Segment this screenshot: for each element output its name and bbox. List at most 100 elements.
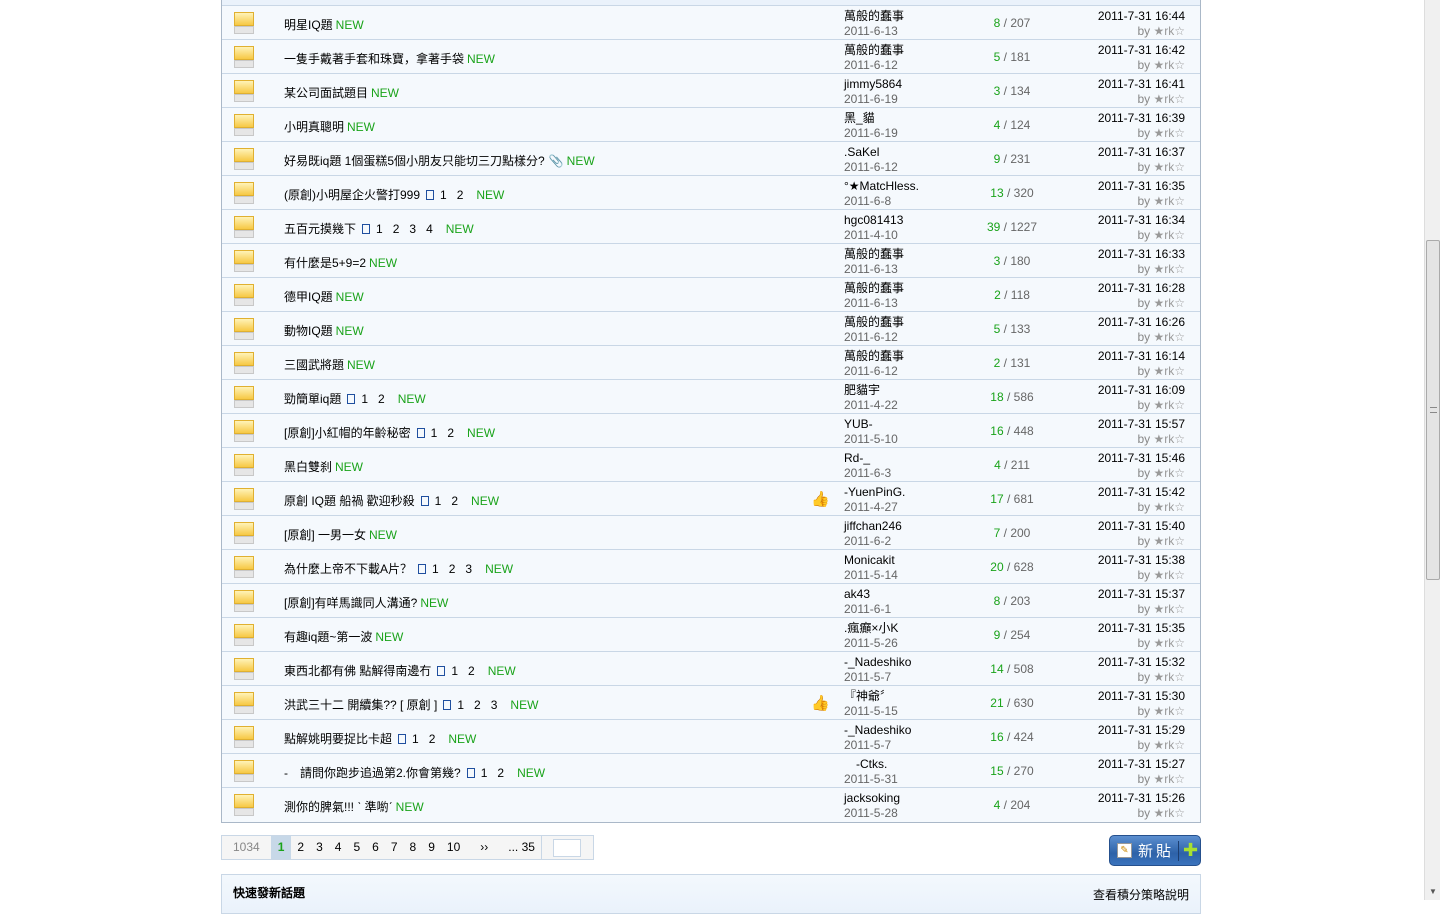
author-name[interactable]: .SaKel [844, 145, 898, 160]
last-post-time[interactable]: 2011-7-31 16:39 [1098, 111, 1185, 126]
last-post-time[interactable]: 2011-7-31 16:26 [1098, 315, 1185, 330]
last-post-time[interactable]: 2011-7-31 15:42 [1098, 485, 1185, 500]
page-link[interactable]: 2 [474, 698, 481, 712]
author-name[interactable]: 萬般的蠢事 [844, 349, 904, 364]
page-link[interactable]: 1 [431, 426, 438, 440]
page-link[interactable]: 1 [451, 664, 458, 678]
thread-title[interactable]: - 請問你跑步追過第2.你會第幾? [284, 766, 461, 780]
page-next[interactable]: ›› [466, 836, 502, 859]
page-link[interactable]: 1 [432, 562, 439, 576]
last-post-time[interactable]: 2011-7-31 15:38 [1098, 553, 1185, 568]
thread-title[interactable]: 東西北都有佛 點解得南邊冇 [284, 664, 431, 678]
thread-title[interactable]: 原創 IQ題 船禍 歡迎秒殺 [284, 494, 415, 508]
last-post-time[interactable]: 2011-7-31 16:34 [1098, 213, 1185, 228]
page-link[interactable]: 2 [451, 494, 458, 508]
last-post-time[interactable]: 2011-7-31 16:41 [1098, 77, 1185, 92]
author-name[interactable]: 萬般的蠢事 [844, 315, 904, 330]
page-link[interactable]: 2 [393, 222, 400, 236]
author-name[interactable]: ak43 [844, 587, 891, 602]
author-name[interactable]: °★MatcHless. [844, 179, 919, 194]
author-name[interactable]: YUB- [844, 417, 898, 432]
last-post-time[interactable]: 2011-7-31 16:42 [1098, 43, 1185, 58]
last-post-time[interactable]: 2011-7-31 16:09 [1098, 383, 1185, 398]
author-name[interactable]: 肥貓宇 [844, 383, 898, 398]
plus-icon[interactable]: ✚ [1183, 840, 1198, 861]
thread-title[interactable]: (原創)小明屋企火警打999 [284, 188, 420, 202]
page-link[interactable]: 2 [468, 664, 475, 678]
page-link[interactable]: 4 [426, 222, 433, 236]
page-link[interactable]: 3 [465, 562, 472, 576]
page-link[interactable]: 5 [347, 836, 366, 859]
page-link[interactable]: 7 [385, 836, 404, 859]
author-name[interactable]: -YuenPinG. [844, 485, 905, 500]
page-link[interactable]: 2 [447, 426, 454, 440]
author-name[interactable]: Rd-_ [844, 451, 891, 466]
author-name[interactable]: -_Nadeshiko [844, 723, 911, 738]
thread-title[interactable]: 五百元摸幾下 [284, 222, 356, 236]
last-post-time[interactable]: 2011-7-31 15:46 [1098, 451, 1185, 466]
page-link[interactable]: 2 [378, 392, 385, 406]
page-link[interactable]: 2 [449, 562, 456, 576]
thread-title[interactable]: [原創]小紅帽的年齡秘密 [284, 426, 411, 440]
author-name[interactable]: jiffchan246 [844, 519, 902, 534]
last-post-time[interactable]: 2011-7-31 15:30 [1098, 689, 1185, 704]
last-post-time[interactable]: 2011-7-31 15:35 [1098, 621, 1185, 636]
page-link[interactable]: 2 [457, 188, 464, 202]
thread-title[interactable]: 好易既iq題 1個蛋糕5個小朋友只能切三刀點樣分? [284, 154, 545, 168]
author-name[interactable]: 黑_貓 [844, 111, 898, 126]
last-post-time[interactable]: 2011-7-31 16:33 [1098, 247, 1185, 262]
author-name[interactable]: -_Nadeshiko [844, 655, 911, 670]
page-link[interactable]: 1 [457, 698, 464, 712]
last-post-time[interactable]: 2011-7-31 16:44 [1098, 9, 1185, 24]
last-post-time[interactable]: 2011-7-31 15:40 [1098, 519, 1185, 534]
page-link[interactable]: 1 [412, 732, 419, 746]
page-link[interactable]: 6 [366, 836, 385, 859]
author-name[interactable]: 『神爺〞 [844, 689, 898, 704]
thread-title[interactable]: 三國武將題 [284, 358, 344, 372]
page-last[interactable]: ... 35 [502, 836, 541, 859]
credit-policy-link[interactable]: 查看積分策略說明 [1093, 886, 1189, 903]
page-link[interactable]: 1 [481, 766, 488, 780]
page-link[interactable]: 10 [441, 836, 466, 859]
last-post-time[interactable]: 2011-7-31 15:37 [1098, 587, 1185, 602]
thread-title[interactable]: 一隻手戴著手套和珠寶，拿著手袋 [284, 52, 464, 66]
author-name[interactable]: 萬般的蠢事 [844, 9, 904, 24]
author-name[interactable]: jimmy5864 [844, 77, 902, 92]
thread-title[interactable]: 有什麼是5+9=2 [284, 256, 366, 270]
scrollbar-thumb[interactable] [1426, 240, 1440, 580]
page-link[interactable]: 8 [404, 836, 423, 859]
thread-title[interactable]: 小明真聰明 [284, 120, 344, 134]
page-link[interactable]: 2 [429, 732, 436, 746]
thread-title[interactable]: 點解姚明要捉比卡超 [284, 732, 392, 746]
author-name[interactable]: jacksoking [844, 791, 900, 806]
last-post-time[interactable]: 2011-7-31 16:35 [1098, 179, 1185, 194]
thread-title[interactable]: 黑白雙刹 [284, 460, 332, 474]
last-post-time[interactable]: 2011-7-31 15:29 [1098, 723, 1185, 738]
page-link[interactable]: 3 [491, 698, 498, 712]
page-link[interactable]: 9 [422, 836, 441, 859]
thread-title[interactable]: 為什麼上帝不下載A片？ [284, 562, 412, 576]
scroll-down-icon[interactable]: ▼ [1429, 887, 1437, 896]
author-name[interactable]: -Ctks. [844, 757, 898, 772]
thread-title[interactable]: 洪武三十二 開續集?? [ 原創 ] [284, 698, 437, 712]
last-post-time[interactable]: 2011-7-31 15:27 [1098, 757, 1185, 772]
page-link[interactable]: 4 [329, 836, 348, 859]
author-name[interactable]: 萬般的蠢事 [844, 281, 904, 296]
page-link[interactable]: 3 [409, 222, 416, 236]
page-link[interactable]: 2 [497, 766, 504, 780]
thread-title[interactable]: 測你的脾氣!!! ˋ 準喲ˊ [284, 800, 393, 814]
last-post-time[interactable]: 2011-7-31 16:37 [1098, 145, 1185, 160]
new-post-button[interactable]: ✎ 新貼 ✚ [1109, 835, 1201, 866]
thread-title[interactable]: [原創] 一男一女 [284, 528, 366, 542]
thread-title[interactable]: 德甲IQ題 [284, 290, 333, 304]
thread-title[interactable]: 有趣iq題~第一波 [284, 630, 372, 644]
author-name[interactable]: Monicakit [844, 553, 898, 568]
page-link[interactable]: 1 [440, 188, 447, 202]
last-post-time[interactable]: 2011-7-31 16:14 [1098, 349, 1185, 364]
scrollbar[interactable]: ▼ [1424, 0, 1440, 900]
thread-title[interactable]: 明星IQ題 [284, 18, 333, 32]
page-link[interactable]: 3 [310, 836, 329, 859]
last-post-time[interactable]: 2011-7-31 15:32 [1098, 655, 1185, 670]
page-link[interactable]: 1 [435, 494, 442, 508]
author-name[interactable]: 萬般的蠢事 [844, 247, 904, 262]
